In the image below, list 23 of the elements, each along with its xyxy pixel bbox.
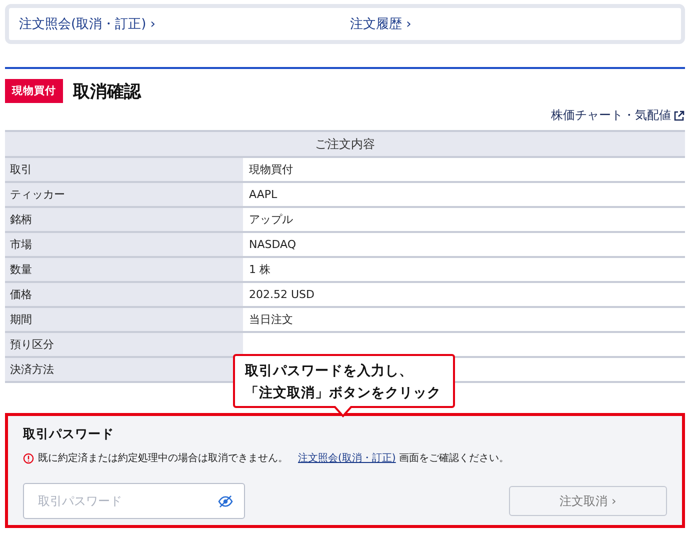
row-label: 銘柄 bbox=[5, 208, 243, 231]
external-link-icon bbox=[673, 110, 685, 122]
order-inquiry-link[interactable]: 注文照会(取消・訂正) bbox=[298, 453, 396, 464]
chart-link[interactable]: 株価チャート・気配値 bbox=[551, 107, 685, 124]
row-label: 市場 bbox=[5, 233, 243, 256]
row-label: 預り区分 bbox=[5, 333, 243, 356]
order-type-badge: 現物買付 bbox=[5, 79, 63, 103]
notice-text: 既に約定済または約定処理中の場合は取消できません。 注文照会(取消・訂正) 画面をご確認ください。 bbox=[38, 452, 509, 465]
nav-link[interactable]: 注文履歴 › bbox=[350, 15, 681, 33]
callout-text: 取引パスワードを入力し、 bbox=[245, 362, 414, 381]
table-heading: ご注文内容 bbox=[5, 132, 685, 158]
info-icon bbox=[23, 452, 34, 464]
callout-text: 「注文取消」ボタンをクリック bbox=[245, 384, 442, 403]
row-label: 期間 bbox=[5, 308, 243, 331]
row-label: 数量 bbox=[5, 258, 243, 281]
row-label: 取引 bbox=[5, 158, 243, 181]
eye-off-icon[interactable] bbox=[218, 495, 233, 508]
page-title: 取消確認 bbox=[73, 80, 141, 102]
nav-link[interactable]: 注文照会(取消・訂正) › bbox=[19, 15, 350, 33]
row-label: ティッカー bbox=[5, 183, 243, 206]
section-title: 取引パスワード bbox=[23, 426, 115, 443]
row-label: 価格 bbox=[5, 283, 243, 306]
password-field[interactable]: 取引パスワード bbox=[23, 483, 245, 519]
